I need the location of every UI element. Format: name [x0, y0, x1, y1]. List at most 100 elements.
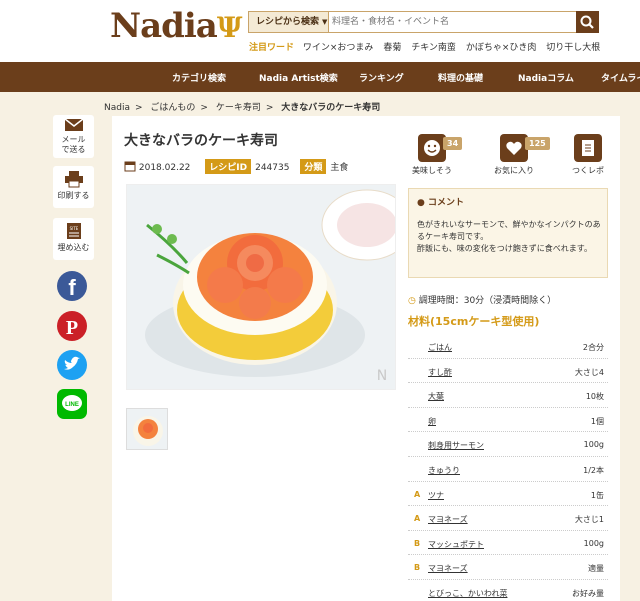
ingredient-qty: 適量	[588, 564, 604, 574]
search-input[interactable]	[332, 14, 572, 30]
ingredient-qty: 100g	[583, 440, 604, 450]
recipe-id-label: レシピID	[205, 159, 252, 174]
nav-ranking[interactable]: ランキング	[359, 71, 404, 84]
hot-word-link[interactable]: かぼちゃ×ひき肉	[466, 43, 537, 53]
embed-button[interactable]: SITE 埋め込む	[53, 218, 94, 260]
ingredient-row: B マヨネーズ 適量	[408, 555, 608, 580]
ingredient-list: ごはん 2合分 すし酢 大さじ4 大葉 10枚 卵 1個 刺身用サーモン 100g きゅう…	[408, 334, 608, 601]
ingredient-row: A ツナ 1缶	[408, 482, 608, 507]
svg-text:P: P	[66, 317, 78, 339]
thumbnail-image	[127, 409, 167, 449]
cooking-time-text: 調理時間：30分（浸漬時間除く）	[418, 296, 557, 306]
breadcrumb-current: 大きなバラのケーキ寿司	[281, 103, 381, 113]
comment-title: コメント	[428, 198, 465, 208]
favorite-label: お気に入り	[494, 166, 534, 175]
search-icon	[580, 15, 594, 29]
ingredient-row: 大葉 10枚	[408, 383, 608, 408]
svg-text:f: f	[68, 275, 76, 300]
recipe-panel: 大きなバラのケーキ寿司 2018.02.22 レシピID 244735 分類 主食 …	[112, 116, 620, 601]
ingredient-qty: 2合分	[582, 343, 604, 352]
print-button[interactable]: 印刷する	[53, 166, 94, 208]
ingredient-name-link[interactable]: 刺身用サーモン	[428, 440, 484, 451]
ingredient-name-link[interactable]: ツナ	[428, 490, 444, 501]
facebook-icon: f	[68, 275, 76, 300]
nav-basics[interactable]: 料理の基礎	[438, 71, 483, 84]
ingredient-qty: 大さじ4	[574, 367, 604, 377]
line-icon: LINE	[62, 395, 82, 411]
line-share-button[interactable]: LINE	[57, 389, 87, 419]
nav-column[interactable]: Nadiaコラム	[518, 71, 574, 84]
ingredient-name-link[interactable]: マヨネーズ	[428, 514, 468, 525]
hot-words-label: 注目ワード	[249, 43, 295, 53]
ingredient-qty: 1缶	[590, 490, 604, 500]
pinterest-icon: P	[66, 317, 78, 339]
ingredient-name-link[interactable]: とびっこ、かいわれ菜	[428, 588, 507, 599]
site-header: NadiaΨ レシピから検索▼ 注目ワード ワイン×おつまみ 春菊 チキン南蛮 …	[0, 0, 640, 62]
site-logo[interactable]: NadiaΨ	[110, 6, 242, 46]
recipe-photo[interactable]: N	[126, 184, 396, 390]
ingredient-name-link[interactable]: マヨネーズ	[428, 563, 468, 574]
svg-text:LINE: LINE	[65, 402, 79, 408]
ingredient-name-link[interactable]: 大葉	[428, 391, 444, 402]
comment-bubble-icon: ●	[417, 198, 425, 208]
breadcrumb: Nadia > ごはんもの > ケーキ寿司 > 大きなバラのケーキ寿司	[104, 103, 381, 113]
ingredient-name-link[interactable]: 卵	[428, 416, 436, 427]
recipe-category: 主食	[330, 163, 349, 173]
ingredient-qty: 100g	[583, 538, 604, 548]
ingredient-group: A	[414, 489, 421, 499]
delicious-label: 美味しそう	[412, 166, 452, 175]
facebook-share-button[interactable]: f	[57, 271, 87, 301]
nav-artist-search[interactable]: Nadia Artist検索	[259, 71, 338, 84]
cooking-time: ◷ 調理時間：30分（浸漬時間除く）	[408, 293, 556, 306]
ingredient-row: B マッシュポテト 100g	[408, 531, 608, 556]
nav-timeline[interactable]: タイムライ	[601, 71, 640, 84]
ingredient-group: B	[414, 538, 421, 548]
main-nav: カテゴリ検索 Nadia Artist検索 ランキング 料理の基礎 Nadiaコ…	[0, 62, 640, 92]
hot-word-link[interactable]: チキン南蛮	[411, 43, 456, 53]
ingredient-name-link[interactable]: マッシュポテト	[428, 539, 484, 550]
breadcrumb-link[interactable]: Nadia	[104, 103, 130, 113]
printer-icon	[64, 171, 83, 188]
search-bar: レシピから検索 ▼	[248, 11, 599, 33]
salmon-rose-cake-image: N	[127, 185, 395, 389]
ingredient-row: 卵 1個	[408, 408, 608, 433]
hot-word-link[interactable]: 春菊	[383, 43, 401, 53]
svg-text:N: N	[377, 368, 387, 384]
tsukurepo-button[interactable]: つくレポ	[572, 134, 604, 176]
recipe-meta: 2018.02.22 レシピID 244735 分類 主食	[124, 159, 348, 174]
favorite-button[interactable]: 125 お気に入り	[494, 134, 550, 176]
search-button[interactable]	[576, 11, 599, 33]
mail-share-button[interactable]: メール で送る	[53, 115, 94, 158]
breadcrumb-link[interactable]: ケーキ寿司	[216, 103, 261, 113]
clock-icon: ◷	[408, 296, 416, 306]
twitter-share-button[interactable]	[57, 350, 87, 380]
breadcrumb-link[interactable]: ごはんもの	[150, 103, 195, 113]
mail-icon	[64, 118, 83, 131]
ingredient-row: 刺身用サーモン 100g	[408, 432, 608, 457]
nav-category-search[interactable]: カテゴリ検索	[172, 71, 226, 84]
delicious-button[interactable]: 34 美味しそう	[412, 134, 463, 176]
caret-down-icon: ▼	[322, 18, 328, 26]
ingredient-name-link[interactable]: ごはん	[428, 342, 452, 353]
recipe-id: 244735	[255, 163, 290, 173]
hot-word-link[interactable]: ワイン×おつまみ	[303, 43, 374, 53]
ingredient-row: A マヨネーズ 大さじ1	[408, 506, 608, 531]
recipe-date: 2018.02.22	[138, 163, 191, 173]
ingredient-qty: お好み量	[572, 588, 604, 598]
comment-text: 色がきれいなサーモンで、鮮やかなインパクトのあるケーキ寿司です。 酢飯にも、味の…	[417, 220, 601, 253]
category-label: 分類	[300, 159, 327, 174]
ingredient-row: すし酢 大さじ4	[408, 359, 608, 384]
search-type-select[interactable]: レシピから検索 ▼	[249, 12, 329, 32]
ingredient-row: ごはん 2合分	[408, 334, 608, 359]
photo-thumbnail[interactable]	[126, 408, 168, 450]
hot-words: 注目ワード ワイン×おつまみ 春菊 チキン南蛮 かぼちゃ×ひき肉 切り干し大根	[249, 40, 607, 53]
hot-word-link[interactable]: 切り干し大根	[546, 43, 600, 53]
ingredient-row: とびっこ、かいわれ菜 お好み量	[408, 580, 608, 601]
ingredient-row: きゅうり 1/2本	[408, 457, 608, 482]
ingredient-name-link[interactable]: きゅうり	[428, 465, 460, 476]
tsukurepo-label: つくレポ	[572, 166, 604, 175]
recipe-title: 大きなバラのケーキ寿司	[124, 133, 278, 149]
ingredient-group: A	[414, 514, 421, 524]
pinterest-share-button[interactable]: P	[57, 311, 87, 341]
ingredient-name-link[interactable]: すし酢	[428, 367, 452, 378]
